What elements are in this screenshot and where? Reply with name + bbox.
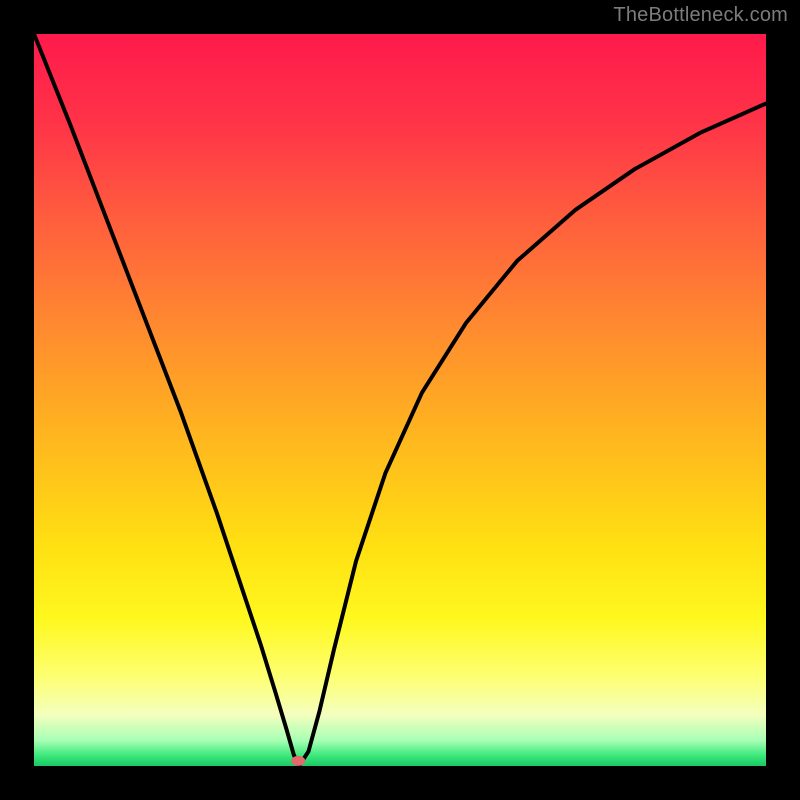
chart-frame: TheBottleneck.com [0, 0, 800, 800]
attribution-label: TheBottleneck.com [613, 4, 788, 27]
minimum-marker [291, 756, 305, 766]
bottleneck-chart [34, 34, 766, 766]
gradient-background [34, 34, 766, 766]
plot-area [34, 34, 766, 766]
